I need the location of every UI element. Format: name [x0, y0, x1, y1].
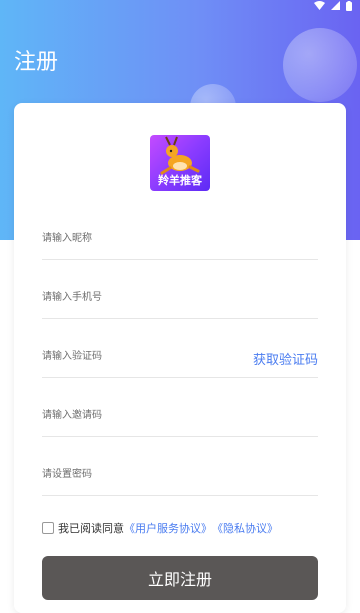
get-code-button[interactable]: 获取验证码 — [253, 349, 318, 368]
password-input[interactable] — [42, 455, 242, 493]
code-field: 获取验证码 — [42, 337, 318, 378]
wifi-icon — [314, 1, 325, 13]
decorative-circle-large — [283, 28, 357, 102]
page-title: 注册 — [14, 50, 59, 75]
privacy-agreement-link[interactable]: 《隐私协议》 — [212, 520, 278, 536]
status-bar — [314, 0, 352, 14]
agreement-row: 我已阅读同意 《用户服务协议》 《隐私协议》 — [42, 519, 278, 537]
signal-icon — [331, 1, 340, 13]
app-name: 羚羊推客 — [158, 174, 202, 187]
nickname-field — [42, 219, 318, 260]
verification-code-input[interactable] — [42, 337, 242, 375]
register-button[interactable]: 立即注册 — [42, 556, 318, 600]
invite-field — [42, 396, 318, 437]
agreement-checkbox[interactable] — [42, 522, 54, 534]
phone-field — [42, 278, 318, 319]
user-agreement-link[interactable]: 《用户服务协议》 — [124, 520, 212, 536]
battery-icon — [346, 0, 352, 14]
register-card: 羚羊推客 获取验证码 我已阅读同意 《用户服务协议》 《隐私协议》 立即注册 — [14, 103, 346, 613]
nickname-input[interactable] — [42, 219, 242, 257]
invite-code-input[interactable] — [42, 396, 242, 434]
agreement-prefix: 我已阅读同意 — [58, 522, 124, 535]
app-logo: 羚羊推客 — [150, 135, 210, 191]
phone-input[interactable] — [42, 278, 242, 316]
password-field — [42, 455, 318, 496]
